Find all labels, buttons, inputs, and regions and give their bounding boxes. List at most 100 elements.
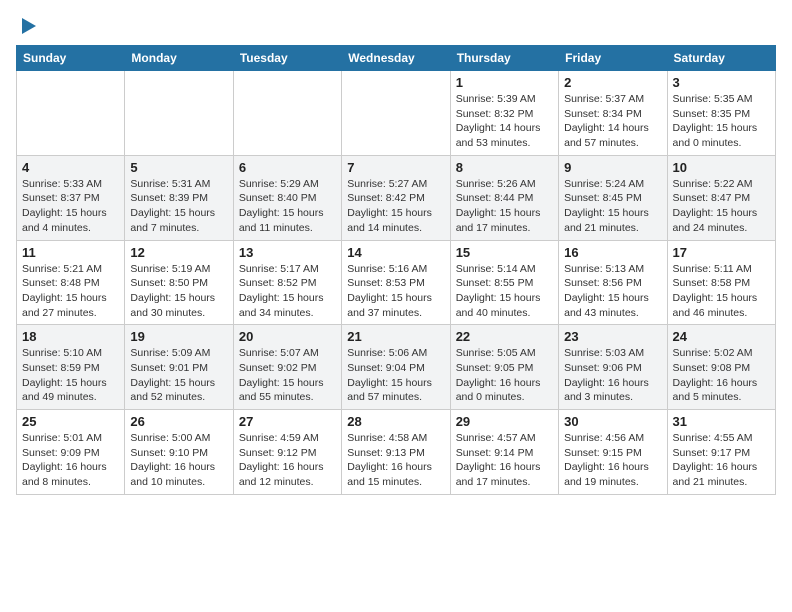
- table-row: 10 Sunrise: 5:22 AM Sunset: 8:47 PM Dayli…: [667, 155, 775, 240]
- calendar-week-row: 4Sunrise: 5:33 AM Sunset: 8:37 PM Daylig…: [17, 155, 776, 240]
- day-info: Sunrise: 5:13 AM Sunset: 8:56 PM Dayligh…: [564, 262, 661, 321]
- day-number: 19: [130, 329, 227, 344]
- table-row: 7 Sunrise: 5:27 AM Sunset: 8:42 PM Daylig…: [342, 155, 450, 240]
- day-info: Sunrise: 5:06 AM Sunset: 9:04 PM Dayligh…: [347, 346, 444, 405]
- day-number: 7: [347, 160, 444, 175]
- table-row: 2 Sunrise: 5:37 AM Sunset: 8:34 PM Daylig…: [559, 71, 667, 156]
- day-number: 10: [673, 160, 770, 175]
- table-row: 9Sunrise: 5:24 AM Sunset: 8:45 PM Daylig…: [559, 155, 667, 240]
- header-saturday: Saturday: [667, 46, 775, 71]
- day-number: 8: [456, 160, 553, 175]
- day-info: Sunrise: 5:39 AM Sunset: 8:32 PM Dayligh…: [456, 92, 553, 151]
- table-row: 21 Sunrise: 5:06 AM Sunset: 9:04 PM Dayli…: [342, 325, 450, 410]
- day-number: 18: [22, 329, 119, 344]
- day-number: 9: [564, 160, 661, 175]
- day-number: 3: [673, 75, 770, 90]
- day-number: 25: [22, 414, 119, 429]
- day-info: Sunrise: 4:57 AM Sunset: 9:14 PM Dayligh…: [456, 431, 553, 490]
- table-row: [17, 71, 125, 156]
- page-header: [16, 16, 776, 35]
- day-info: Sunrise: 5:22 AM Sunset: 8:47 PM Dayligh…: [673, 177, 770, 236]
- day-info: Sunrise: 5:31 AM Sunset: 8:39 PM Dayligh…: [130, 177, 227, 236]
- header-tuesday: Tuesday: [233, 46, 341, 71]
- day-info: Sunrise: 5:05 AM Sunset: 9:05 PM Dayligh…: [456, 346, 553, 405]
- day-number: 26: [130, 414, 227, 429]
- table-row: 28Sunrise: 4:58 AM Sunset: 9:13 PM Dayli…: [342, 410, 450, 495]
- table-row: 25 Sunrise: 5:01 AM Sunset: 9:09 PM Dayli…: [17, 410, 125, 495]
- day-info: Sunrise: 5:33 AM Sunset: 8:37 PM Dayligh…: [22, 177, 119, 236]
- table-row: 23 Sunrise: 5:03 AM Sunset: 9:06 PM Dayli…: [559, 325, 667, 410]
- day-info: Sunrise: 5:17 AM Sunset: 8:52 PM Dayligh…: [239, 262, 336, 321]
- table-row: 11Sunrise: 5:21 AM Sunset: 8:48 PM Dayli…: [17, 240, 125, 325]
- header-friday: Friday: [559, 46, 667, 71]
- calendar-week-row: 11Sunrise: 5:21 AM Sunset: 8:48 PM Dayli…: [17, 240, 776, 325]
- day-info: Sunrise: 5:09 AM Sunset: 9:01 PM Dayligh…: [130, 346, 227, 405]
- table-row: 31 Sunrise: 4:55 AM Sunset: 9:17 PM Dayli…: [667, 410, 775, 495]
- day-info: Sunrise: 5:16 AM Sunset: 8:53 PM Dayligh…: [347, 262, 444, 321]
- day-number: 28: [347, 414, 444, 429]
- calendar-table: Sunday Monday Tuesday Wednesday Thursday…: [16, 45, 776, 495]
- day-info: Sunrise: 5:19 AM Sunset: 8:50 PM Dayligh…: [130, 262, 227, 321]
- calendar-header-row: Sunday Monday Tuesday Wednesday Thursday…: [17, 46, 776, 71]
- table-row: 13 Sunrise: 5:17 AM Sunset: 8:52 PM Dayli…: [233, 240, 341, 325]
- table-row: 19 Sunrise: 5:09 AM Sunset: 9:01 PM Dayli…: [125, 325, 233, 410]
- day-number: 17: [673, 245, 770, 260]
- table-row: [125, 71, 233, 156]
- table-row: 22 Sunrise: 5:05 AM Sunset: 9:05 PM Dayli…: [450, 325, 558, 410]
- day-number: 23: [564, 329, 661, 344]
- day-info: Sunrise: 5:26 AM Sunset: 8:44 PM Dayligh…: [456, 177, 553, 236]
- day-number: 5: [130, 160, 227, 175]
- day-number: 24: [673, 329, 770, 344]
- logo: [16, 16, 38, 35]
- day-number: 15: [456, 245, 553, 260]
- day-info: Sunrise: 5:14 AM Sunset: 8:55 PM Dayligh…: [456, 262, 553, 321]
- table-row: 24 Sunrise: 5:02 AM Sunset: 9:08 PM Dayli…: [667, 325, 775, 410]
- table-row: 30 Sunrise: 4:56 AM Sunset: 9:15 PM Dayli…: [559, 410, 667, 495]
- calendar-week-row: 25 Sunrise: 5:01 AM Sunset: 9:09 PM Dayli…: [17, 410, 776, 495]
- day-info: Sunrise: 5:10 AM Sunset: 8:59 PM Dayligh…: [22, 346, 119, 405]
- table-row: 27Sunrise: 4:59 AM Sunset: 9:12 PM Dayli…: [233, 410, 341, 495]
- day-info: Sunrise: 5:01 AM Sunset: 9:09 PM Dayligh…: [22, 431, 119, 490]
- header-thursday: Thursday: [450, 46, 558, 71]
- table-row: 18 Sunrise: 5:10 AM Sunset: 8:59 PM Dayli…: [17, 325, 125, 410]
- day-info: Sunrise: 5:35 AM Sunset: 8:35 PM Dayligh…: [673, 92, 770, 151]
- day-number: 20: [239, 329, 336, 344]
- day-info: Sunrise: 5:02 AM Sunset: 9:08 PM Dayligh…: [673, 346, 770, 405]
- table-row: 5 Sunrise: 5:31 AM Sunset: 8:39 PM Daylig…: [125, 155, 233, 240]
- table-row: [342, 71, 450, 156]
- table-row: 29 Sunrise: 4:57 AM Sunset: 9:14 PM Dayli…: [450, 410, 558, 495]
- day-number: 2: [564, 75, 661, 90]
- day-info: Sunrise: 5:27 AM Sunset: 8:42 PM Dayligh…: [347, 177, 444, 236]
- table-row: [233, 71, 341, 156]
- day-info: Sunrise: 5:11 AM Sunset: 8:58 PM Dayligh…: [673, 262, 770, 321]
- table-row: 20 Sunrise: 5:07 AM Sunset: 9:02 PM Dayli…: [233, 325, 341, 410]
- day-number: 12: [130, 245, 227, 260]
- header-sunday: Sunday: [17, 46, 125, 71]
- day-number: 22: [456, 329, 553, 344]
- day-info: Sunrise: 5:37 AM Sunset: 8:34 PM Dayligh…: [564, 92, 661, 151]
- day-info: Sunrise: 5:00 AM Sunset: 9:10 PM Dayligh…: [130, 431, 227, 490]
- table-row: 14Sunrise: 5:16 AM Sunset: 8:53 PM Dayli…: [342, 240, 450, 325]
- day-info: Sunrise: 4:55 AM Sunset: 9:17 PM Dayligh…: [673, 431, 770, 490]
- table-row: 12 Sunrise: 5:19 AM Sunset: 8:50 PM Dayli…: [125, 240, 233, 325]
- header-wednesday: Wednesday: [342, 46, 450, 71]
- table-row: 1 Sunrise: 5:39 AM Sunset: 8:32 PM Daylig…: [450, 71, 558, 156]
- table-row: 15 Sunrise: 5:14 AM Sunset: 8:55 PM Dayli…: [450, 240, 558, 325]
- header-monday: Monday: [125, 46, 233, 71]
- day-number: 30: [564, 414, 661, 429]
- table-row: 3 Sunrise: 5:35 AM Sunset: 8:35 PM Daylig…: [667, 71, 775, 156]
- day-number: 13: [239, 245, 336, 260]
- table-row: 16 Sunrise: 5:13 AM Sunset: 8:56 PM Dayli…: [559, 240, 667, 325]
- day-info: Sunrise: 5:21 AM Sunset: 8:48 PM Dayligh…: [22, 262, 119, 321]
- day-info: Sunrise: 4:59 AM Sunset: 9:12 PM Dayligh…: [239, 431, 336, 490]
- day-number: 21: [347, 329, 444, 344]
- day-number: 1: [456, 75, 553, 90]
- calendar-week-row: 1 Sunrise: 5:39 AM Sunset: 8:32 PM Daylig…: [17, 71, 776, 156]
- day-info: Sunrise: 4:56 AM Sunset: 9:15 PM Dayligh…: [564, 431, 661, 490]
- day-info: Sunrise: 5:03 AM Sunset: 9:06 PM Dayligh…: [564, 346, 661, 405]
- day-info: Sunrise: 5:07 AM Sunset: 9:02 PM Dayligh…: [239, 346, 336, 405]
- day-number: 29: [456, 414, 553, 429]
- day-info: Sunrise: 5:29 AM Sunset: 8:40 PM Dayligh…: [239, 177, 336, 236]
- day-number: 31: [673, 414, 770, 429]
- day-number: 16: [564, 245, 661, 260]
